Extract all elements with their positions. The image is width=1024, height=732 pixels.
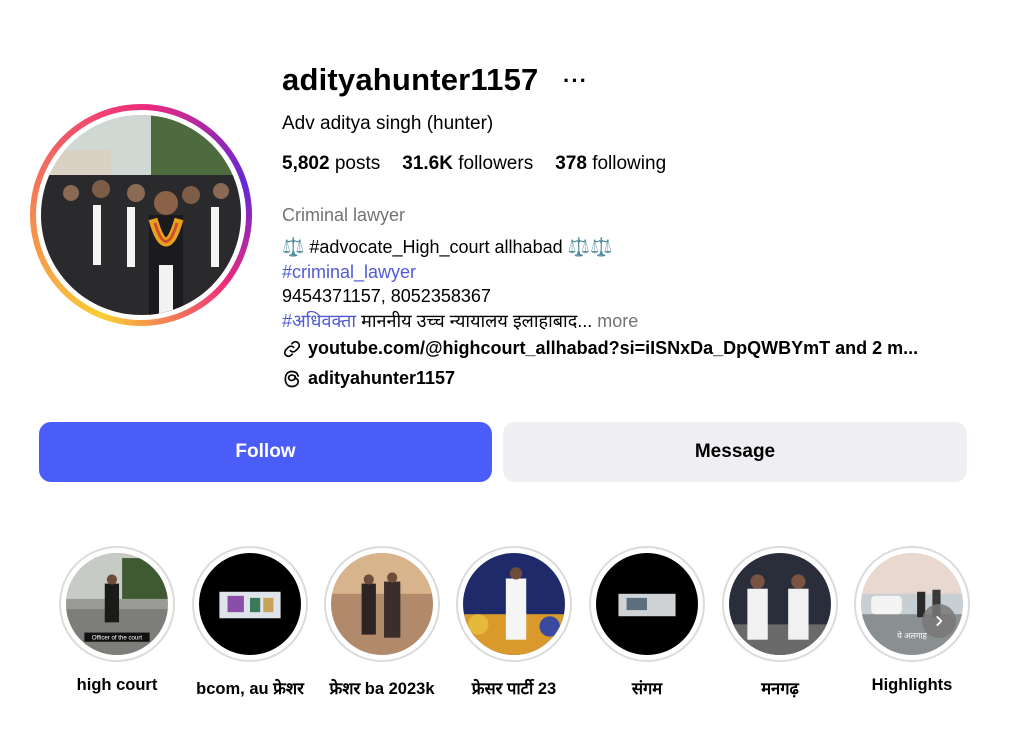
posts-stat[interactable]: 5,802 posts bbox=[282, 153, 380, 175]
threads-icon bbox=[284, 370, 300, 387]
chevron-right-icon bbox=[936, 616, 943, 626]
highlight-caption: ये अलगाह bbox=[897, 631, 927, 641]
bio-hashtag-link[interactable]: #criminal_lawyer bbox=[282, 262, 416, 282]
highlight-ring: Officer of the court bbox=[59, 546, 175, 662]
highlight-ring bbox=[589, 546, 705, 662]
highlight-label: high court bbox=[76, 676, 158, 694]
highlight-item[interactable]: संगम bbox=[587, 546, 707, 699]
bio-more-link[interactable]: more bbox=[597, 311, 638, 331]
highlight-ring bbox=[722, 546, 838, 662]
bio-text: माननीय उच्च न्यायालय इलाहाबाद... bbox=[356, 310, 593, 331]
followers-label: followers bbox=[458, 153, 534, 174]
highlight-ring bbox=[456, 546, 572, 662]
highlight-cover bbox=[463, 553, 565, 655]
highlight-label: फ्रेसर पार्टी 23 bbox=[471, 680, 557, 698]
highlight-item[interactable]: फ्रेशर ba 2023k bbox=[322, 546, 442, 699]
message-button[interactable]: Message bbox=[503, 422, 967, 482]
highlight-label: bcom, au फ्रेशर bbox=[196, 680, 304, 698]
following-stat[interactable]: 378 following bbox=[555, 153, 666, 175]
link-icon bbox=[283, 340, 301, 357]
highlight-caption: Officer of the court bbox=[92, 635, 142, 642]
profile-username: adityahunter1157 bbox=[282, 62, 539, 97]
highlight-cover: Officer of the court bbox=[66, 553, 168, 655]
more-options-button[interactable]: ··· bbox=[563, 68, 588, 94]
highlight-ring: ये अलगाह bbox=[854, 546, 970, 662]
highlight-item[interactable]: मनगढ़ bbox=[720, 546, 840, 699]
bio-line: ⚖️ #advocate_High_court allhabad ⚖️⚖️ bbox=[282, 237, 613, 257]
highlight-cover bbox=[596, 553, 698, 655]
highlight-ring bbox=[192, 546, 308, 662]
followers-stat[interactable]: 31.6K followers bbox=[402, 153, 533, 175]
highlight-item[interactable]: Officer of the court high court bbox=[57, 546, 177, 695]
profile-category: Criminal lawyer bbox=[282, 205, 406, 225]
highlights-next-button[interactable] bbox=[922, 604, 956, 638]
highlight-label: फ्रेशर ba 2023k bbox=[329, 680, 435, 698]
following-label: following bbox=[592, 153, 667, 174]
highlight-cover bbox=[199, 553, 301, 655]
profile-full-name: Adv aditya singh (hunter) bbox=[282, 113, 494, 134]
highlight-cover bbox=[331, 553, 433, 655]
highlight-label: संगम bbox=[631, 680, 663, 698]
profile-bio: ⚖️ #advocate_High_court allhabad ⚖️⚖️ #c… bbox=[282, 235, 638, 333]
highlight-item[interactable]: फ्रेसर पार्टी 23 bbox=[454, 546, 574, 699]
highlight-cover bbox=[729, 553, 831, 655]
avatar-inner bbox=[36, 110, 246, 320]
threads-handle: adityahunter1157 bbox=[308, 368, 456, 388]
threads-link[interactable]: adityahunter1157 bbox=[282, 368, 455, 389]
highlight-label: मनगढ़ bbox=[761, 680, 799, 698]
followers-count: 31.6K bbox=[402, 153, 453, 174]
highlight-label: Highlights bbox=[871, 676, 953, 694]
bio-phones: 9454371157, 8052358367 bbox=[282, 286, 491, 306]
external-link-text: youtube.com/@highcourt_allhabad?si=iISNx… bbox=[308, 338, 919, 358]
highlight-item[interactable]: bcom, au फ्रेशर bbox=[190, 546, 310, 699]
highlight-cover: ये अलगाह bbox=[861, 553, 963, 655]
bio-hashtag-link[interactable]: #अधिवक्ता bbox=[282, 311, 356, 331]
avatar bbox=[41, 115, 241, 315]
posts-label: posts bbox=[334, 153, 381, 174]
profile-avatar-ring[interactable] bbox=[30, 104, 252, 326]
profile-external-link[interactable]: youtube.com/@highcourt_allhabad?si=iISNx… bbox=[282, 338, 918, 359]
profile-stats: 5,802 posts 31.6K followers 378 followin… bbox=[282, 153, 666, 175]
follow-button[interactable]: Follow bbox=[39, 422, 492, 482]
highlight-ring bbox=[324, 546, 440, 662]
posts-count: 5,802 bbox=[282, 153, 330, 174]
following-count: 378 bbox=[555, 153, 587, 174]
